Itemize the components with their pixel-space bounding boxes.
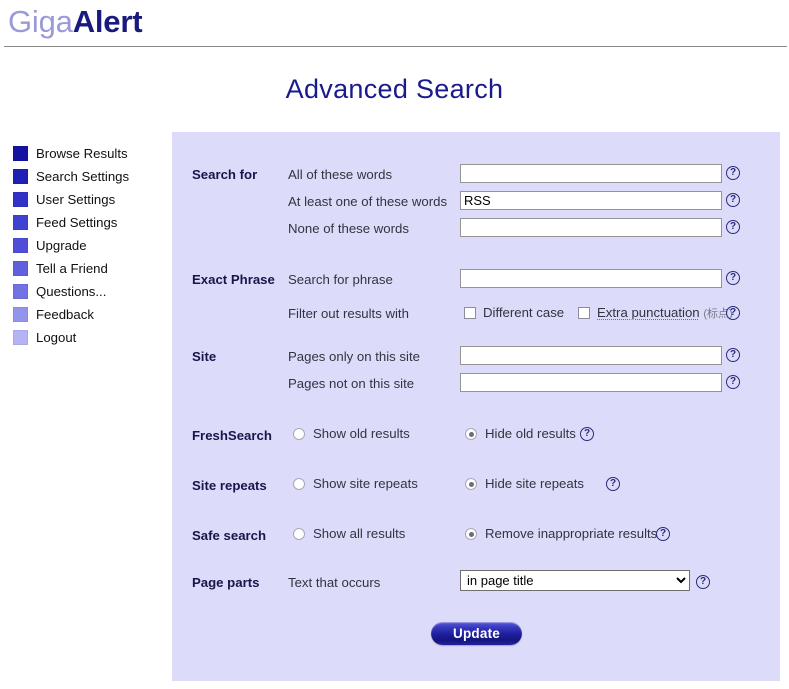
square-bullet-icon — [13, 215, 28, 230]
sidebar-item-upgrade[interactable]: Upgrade — [0, 234, 170, 257]
advanced-search-form: Search for All of these words ? At least… — [172, 132, 780, 681]
sidebar-item-label: Tell a Friend — [36, 261, 108, 276]
label-all-of-these-words: All of these words — [288, 167, 393, 182]
square-bullet-icon — [13, 169, 28, 184]
sidebar-item-label: Feed Settings — [36, 215, 118, 230]
freshsearch-show-old-radio[interactable] — [293, 428, 305, 440]
sidebar-item-label: Upgrade — [36, 238, 87, 253]
help-icon-site-repeats[interactable]: ? — [606, 477, 620, 491]
sidebar-item-user-settings[interactable]: User Settings — [0, 188, 170, 211]
section-label-page-parts: Page parts — [192, 575, 260, 590]
help-icon-page-parts[interactable]: ? — [696, 575, 710, 589]
sidebar-item-questions[interactable]: Questions... — [0, 280, 170, 303]
square-bullet-icon — [13, 284, 28, 299]
help-icon-all-words[interactable]: ? — [726, 166, 740, 180]
extra-punctuation-checkbox[interactable] — [578, 307, 590, 319]
square-bullet-icon — [13, 330, 28, 345]
different-case-checkbox[interactable] — [464, 307, 476, 319]
pages-not-on-site-input[interactable] — [460, 373, 722, 392]
page-title: Advanced Search — [285, 74, 504, 104]
sidebar-item-feedback[interactable]: Feedback — [0, 303, 170, 326]
label-at-least-one-of-these-words: At least one of these words — [288, 194, 448, 209]
help-icon-safe-search[interactable]: ? — [656, 527, 670, 541]
help-icon-site-only[interactable]: ? — [726, 348, 740, 362]
label-show-old-results: Show old results — [313, 426, 410, 441]
sidebar-item-tell-a-friend[interactable]: Tell a Friend — [0, 257, 170, 280]
extra-punctuation-text: Extra punctuation — [597, 305, 700, 320]
label-filter-out-results-with: Filter out results with — [288, 306, 409, 321]
site-logo[interactable]: GigaAlert — [8, 2, 143, 42]
help-icon-phrase[interactable]: ? — [726, 271, 740, 285]
none-of-these-words-input[interactable] — [460, 218, 722, 237]
page-parts-select[interactable]: in page title — [460, 570, 690, 591]
label-show-all-results: Show all results — [313, 526, 406, 541]
sidebar-item-browse-results[interactable]: Browse Results — [0, 142, 170, 165]
freshsearch-hide-old-radio[interactable] — [465, 428, 477, 440]
logo-text-giga: Giga — [8, 4, 73, 39]
site-header: GigaAlert — [0, 0, 789, 48]
square-bullet-icon — [13, 261, 28, 276]
sidebar-item-label: Questions... — [36, 284, 107, 299]
sidebar-item-label: User Settings — [36, 192, 116, 207]
at-least-one-words-input[interactable] — [460, 191, 722, 210]
logo-text-alert: Alert — [72, 4, 143, 39]
update-button[interactable]: Update — [431, 622, 522, 645]
section-label-freshsearch: FreshSearch — [192, 428, 272, 443]
label-none-of-these-words: None of these words — [288, 221, 409, 236]
label-hide-old-results: Hide old results — [485, 426, 576, 441]
label-pages-only-on-this-site: Pages only on this site — [288, 349, 420, 364]
search-for-phrase-input[interactable] — [460, 269, 722, 288]
section-label-search-for: Search for — [192, 167, 258, 182]
sidebar-item-label: Logout — [36, 330, 77, 345]
safe-search-remove-radio[interactable] — [465, 528, 477, 540]
label-pages-not-on-this-site: Pages not on this site — [288, 376, 415, 391]
header-divider — [4, 46, 787, 47]
help-icon-site-not[interactable]: ? — [726, 375, 740, 389]
site-repeats-show-radio[interactable] — [293, 478, 305, 490]
help-icon-none-words[interactable]: ? — [726, 220, 740, 234]
help-icon-filter-out[interactable]: ? — [726, 306, 740, 320]
label-different-case: Different case — [483, 305, 565, 320]
sidebar-item-feed-settings[interactable]: Feed Settings — [0, 211, 170, 234]
site-repeats-hide-radio[interactable] — [465, 478, 477, 490]
label-remove-inappropriate-results: Remove inappropriate results — [485, 526, 658, 541]
help-icon-any-words[interactable]: ? — [726, 193, 740, 207]
sidebar-item-logout[interactable]: Logout — [0, 326, 170, 349]
label-show-site-repeats: Show site repeats — [313, 476, 418, 491]
sidebar-nav: Browse Results Search Settings User Sett… — [0, 142, 170, 349]
section-label-site-repeats: Site repeats — [192, 478, 267, 493]
pages-only-on-site-input[interactable] — [460, 346, 722, 365]
sidebar-item-label: Search Settings — [36, 169, 130, 184]
square-bullet-icon — [13, 307, 28, 322]
label-extra-punctuation: Extra punctuation (标点) — [597, 305, 733, 321]
sidebar-item-label: Browse Results — [36, 146, 128, 161]
sidebar-item-search-settings[interactable]: Search Settings — [0, 165, 170, 188]
square-bullet-icon — [13, 238, 28, 253]
safe-search-show-all-radio[interactable] — [293, 528, 305, 540]
section-label-exact-phrase: Exact Phrase — [192, 272, 275, 287]
section-label-site: Site — [192, 349, 217, 364]
all-of-these-words-input[interactable] — [460, 164, 722, 183]
label-hide-site-repeats: Hide site repeats — [485, 476, 584, 491]
section-label-safe-search: Safe search — [192, 528, 267, 543]
label-text-that-occurs: Text that occurs — [288, 575, 381, 590]
square-bullet-icon — [13, 192, 28, 207]
square-bullet-icon — [13, 146, 28, 161]
help-icon-freshsearch[interactable]: ? — [580, 427, 594, 441]
label-search-for-phrase: Search for phrase — [288, 272, 393, 287]
sidebar-item-label: Feedback — [36, 307, 94, 322]
